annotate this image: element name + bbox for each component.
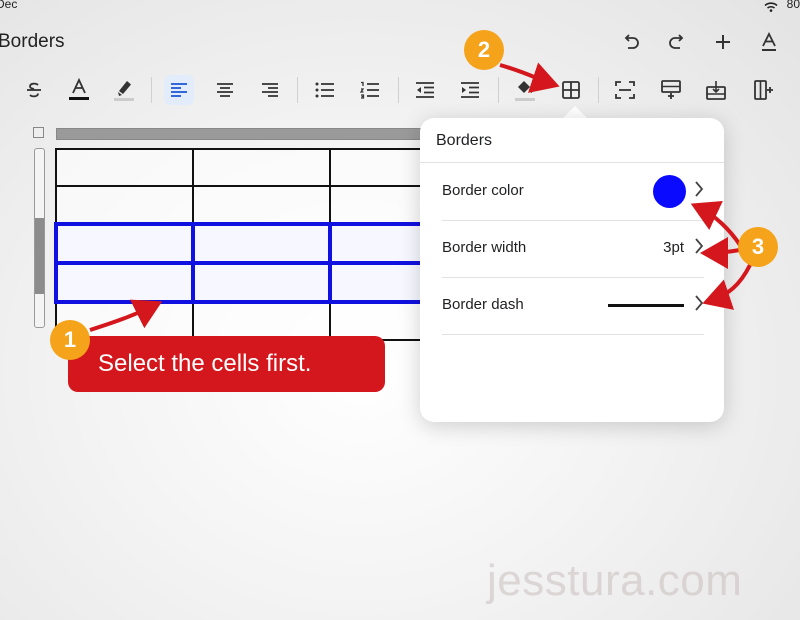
instruction-callout: Select the cells first. — [68, 336, 385, 392]
watermark: jesstura.com — [487, 556, 743, 605]
step-1-badge: 1 — [50, 320, 90, 360]
step-3-badge: 3 — [738, 227, 778, 267]
step-2-badge: 2 — [464, 30, 504, 70]
annotation-arrows — [89, 62, 752, 332]
